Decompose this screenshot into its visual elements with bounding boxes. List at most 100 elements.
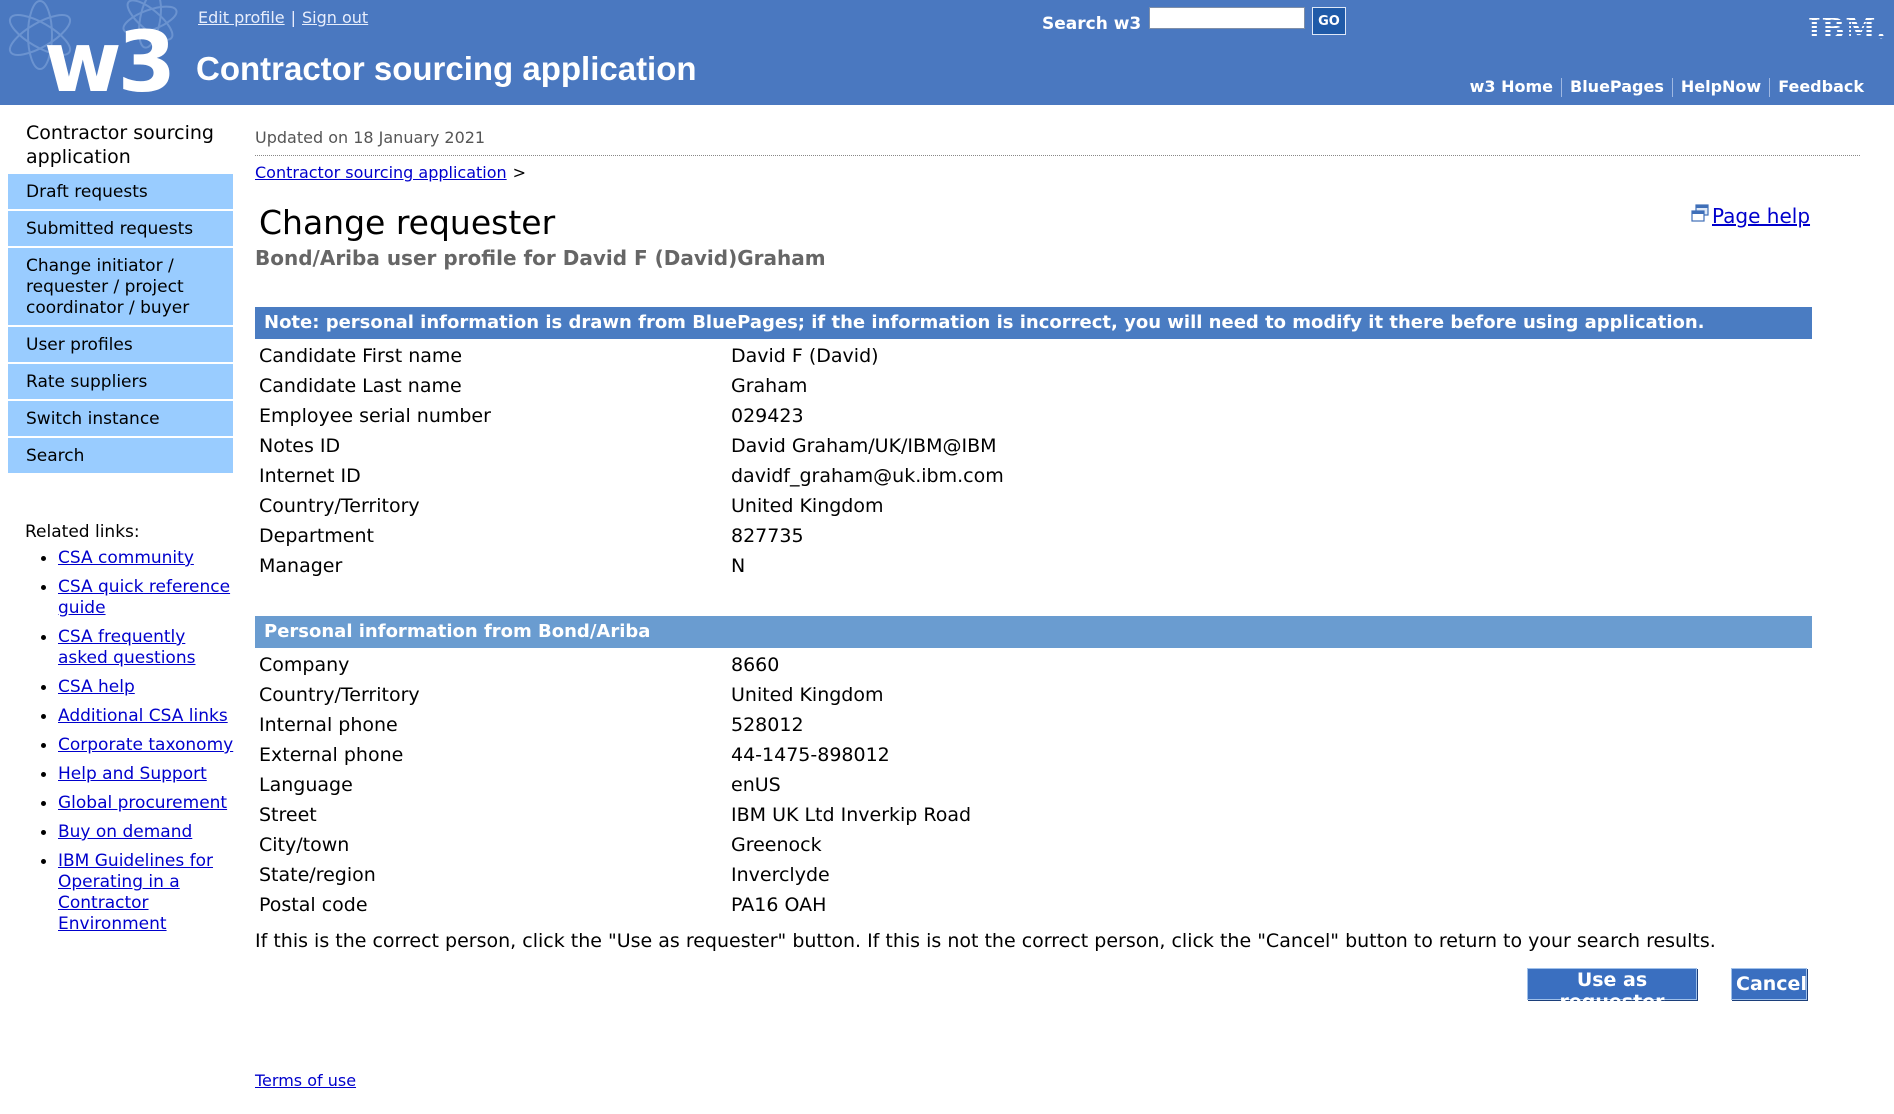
ibm-logo[interactable]: IBM. [1808, 14, 1887, 45]
table-row: Department 827735 [255, 521, 1008, 551]
field-label: Internet ID [259, 465, 361, 487]
table-row: Language enUS [255, 770, 975, 800]
related-link-faq[interactable]: CSA frequently asked questions [58, 627, 195, 668]
table-row: State/region Inverclyde [255, 860, 975, 890]
table-row: Street IBM UK Ltd Inverkip Road [255, 800, 975, 830]
updated-date: Updated on 18 January 2021 [255, 128, 486, 147]
table-row: Employee serial number 029423 [255, 401, 1008, 431]
breadcrumb-link[interactable]: Contractor sourcing application [255, 163, 507, 182]
table-row: City/town Greenock [255, 830, 975, 860]
help-window-icon[interactable] [1691, 204, 1710, 229]
page-title: Change requester [259, 203, 556, 242]
field-label: Department [259, 525, 374, 547]
list-item: Buy on demand [41, 822, 235, 843]
page-help: Page help [1691, 204, 1810, 229]
field-value: Inverclyde [731, 864, 830, 886]
field-value: PA16 OAH [731, 894, 827, 916]
field-label: Notes ID [259, 435, 341, 457]
related-link-quick-reference[interactable]: CSA quick reference guide [58, 577, 230, 618]
table-row: Country/Territory United Kingdom [255, 491, 1008, 521]
sidebar-title[interactable]: Contractor sourcing application [8, 116, 233, 174]
field-value: United Kingdom [731, 684, 884, 706]
sidebar-item-rate-suppliers[interactable]: Rate suppliers [8, 364, 233, 401]
related-link-ibm-guidelines[interactable]: IBM Guidelines for Operating in a Contra… [58, 851, 213, 934]
field-label: Country/Territory [259, 684, 420, 706]
table-row: Postal code PA16 OAH [255, 890, 975, 920]
search-label: Search w3 [1042, 14, 1142, 34]
field-value: enUS [731, 774, 781, 796]
field-value: IBM UK Ltd Inverkip Road [731, 804, 972, 826]
field-value: 827735 [731, 525, 804, 547]
breadcrumb: Contractor sourcing application > [255, 163, 526, 182]
field-value: David Graham/UK/IBM@IBM [731, 435, 997, 457]
nav-helpnow[interactable]: HelpNow [1673, 77, 1769, 96]
terms-of-use-link[interactable]: Terms of use [255, 1071, 356, 1090]
field-label: Candidate Last name [259, 375, 462, 397]
list-item: CSA help [41, 677, 235, 698]
field-value: 8660 [731, 654, 780, 676]
sidebar-item-user-profiles[interactable]: User profiles [8, 327, 233, 364]
related-link-csa-community[interactable]: CSA community [58, 548, 194, 568]
table-row: Internal phone 528012 [255, 710, 975, 740]
related-link-buy-on-demand[interactable]: Buy on demand [58, 822, 192, 842]
search-input[interactable] [1149, 7, 1305, 29]
nav-feedback[interactable]: Feedback [1770, 77, 1872, 96]
sidebar-item-switch-instance[interactable]: Switch instance [8, 401, 233, 438]
table-row: Candidate Last name Graham [255, 371, 1008, 401]
related-link-csa-help[interactable]: CSA help [58, 677, 135, 697]
list-item: Corporate taxonomy [41, 735, 235, 756]
field-value: 029423 [731, 405, 804, 427]
link-separator: | [290, 8, 296, 27]
field-label: State/region [259, 864, 376, 886]
related-links: Related links: CSA community CSA quick r… [25, 522, 235, 943]
w3-logo[interactable]: w3 [44, 20, 176, 104]
left-nav: Contractor sourcing application Draft re… [8, 116, 233, 475]
table-row: Manager N [255, 551, 1008, 581]
breadcrumb-arrow: > [512, 163, 527, 182]
page-subtitle: Bond/Ariba user profile for David F (Dav… [255, 246, 826, 270]
field-label: Language [259, 774, 353, 796]
edit-profile-link[interactable]: Edit profile [198, 8, 285, 27]
sidebar-item-change-initiator[interactable]: Change initiator / requester / project c… [8, 248, 233, 327]
field-label: Candidate First name [259, 345, 463, 367]
field-label: City/town [259, 834, 350, 856]
bluepages-note: Note: personal information is drawn from… [255, 307, 1812, 339]
list-item: Help and Support [41, 764, 235, 785]
bond-ariba-table: Company 8660 Country/Territory United Kingd… [255, 650, 975, 920]
list-item: CSA community [41, 548, 235, 569]
profile-links: Edit profile | Sign out [198, 8, 368, 27]
related-link-global-procurement[interactable]: Global procurement [58, 793, 227, 813]
related-link-help-support[interactable]: Help and Support [58, 764, 207, 784]
field-label: Manager [259, 555, 343, 577]
sidebar-item-draft-requests[interactable]: Draft requests [8, 174, 233, 211]
app-title: Contractor sourcing application [196, 50, 697, 87]
divider [255, 155, 1860, 156]
table-row: Company 8660 [255, 650, 975, 680]
field-value: 528012 [731, 714, 804, 736]
cancel-button[interactable]: Cancel [1731, 968, 1807, 1000]
related-link-additional[interactable]: Additional CSA links [58, 706, 228, 726]
sidebar-item-search[interactable]: Search [8, 438, 233, 475]
field-value: United Kingdom [731, 495, 884, 517]
field-label: Street [259, 804, 317, 826]
table-row: External phone 44-1475-898012 [255, 740, 975, 770]
nav-bluepages[interactable]: BluePages [1562, 77, 1672, 96]
field-value: N [731, 555, 746, 577]
field-label: Internal phone [259, 714, 398, 736]
masthead: w3 Edit profile | Sign out Contractor sour… [0, 0, 1894, 105]
field-value: David F (David) [731, 345, 879, 367]
field-label: Employee serial number [259, 405, 491, 427]
related-links-title: Related links: [25, 522, 140, 542]
related-link-taxonomy[interactable]: Corporate taxonomy [58, 735, 233, 755]
field-label: Company [259, 654, 350, 676]
sign-out-link[interactable]: Sign out [302, 8, 368, 27]
go-button[interactable]: GO [1312, 7, 1346, 35]
use-as-requester-button[interactable]: Use as requester [1527, 968, 1697, 1013]
table-row: Candidate First name David F (David) [255, 341, 1008, 371]
list-item: Additional CSA links [41, 706, 235, 727]
sidebar-item-submitted-requests[interactable]: Submitted requests [8, 211, 233, 248]
page-help-link[interactable]: Page help [1712, 204, 1810, 228]
field-label: Country/Territory [259, 495, 420, 517]
nav-w3-home[interactable]: w3 Home [1462, 77, 1561, 96]
bond-ariba-heading: Personal information from Bond/Ariba [255, 616, 1812, 648]
